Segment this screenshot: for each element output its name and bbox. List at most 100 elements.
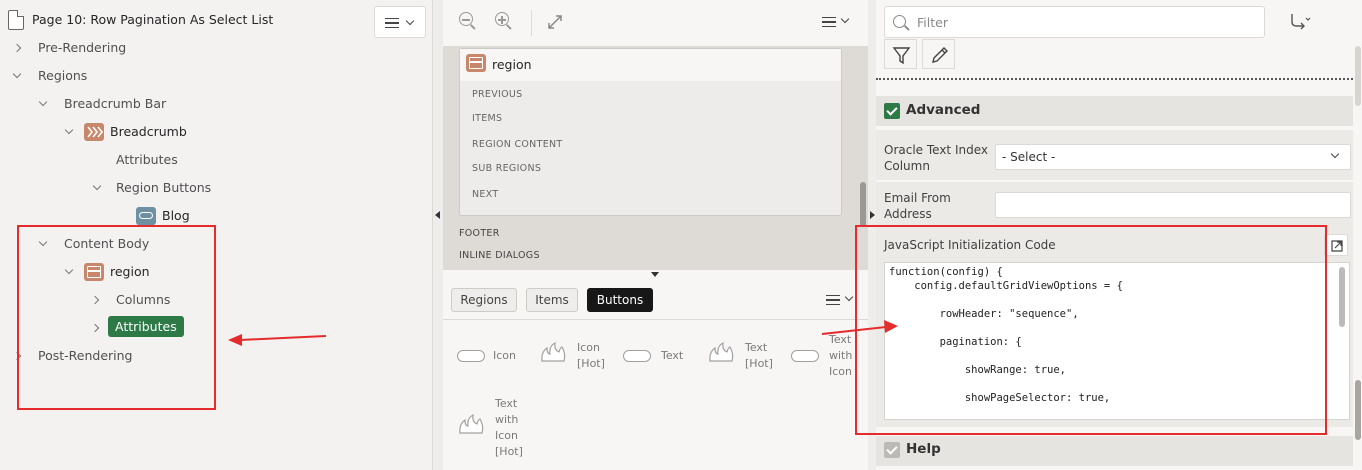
email-from-input[interactable]: [995, 192, 1351, 218]
collapse-icon[interactable]: [12, 69, 22, 79]
hamburger-icon: [385, 18, 399, 28]
tree-node-region[interactable]: region: [0, 258, 430, 286]
layout-menu-button[interactable]: [820, 12, 852, 34]
section-title: Advanced: [906, 102, 981, 118]
tree-label: Content Body: [64, 236, 150, 251]
show-all-button[interactable]: [922, 39, 955, 69]
expand-button[interactable]: [547, 14, 563, 30]
collapse-icon[interactable]: [38, 97, 48, 107]
button-pill-icon: [623, 350, 651, 362]
hamburger-icon: [822, 17, 836, 27]
gallery-label: Text [Hot]: [745, 341, 773, 370]
tab-regions[interactable]: Regions: [451, 288, 517, 312]
gallery-item-icon[interactable]: Icon: [453, 340, 529, 374]
tree-label-selected: Attributes: [108, 316, 184, 337]
go-to-group-icon: [1291, 14, 1311, 30]
region-box[interactable]: region PREVIOUS ITEMS REGION CONTENT SUB…: [459, 48, 842, 216]
zoom-out-button[interactable]: [459, 12, 481, 34]
select-value: - Select -: [1002, 150, 1056, 164]
slot-next[interactable]: NEXT: [472, 189, 498, 200]
code-line: rowHeader: "sequence",: [889, 308, 1079, 320]
oracle-text-index-select[interactable]: - Select -: [995, 144, 1351, 170]
tree-label: Breadcrumb Bar: [64, 96, 167, 111]
code-scrollbar[interactable]: [1339, 267, 1345, 327]
expand-icon[interactable]: [12, 43, 22, 53]
tree-label: Post-Rendering: [38, 348, 133, 363]
show-common-button[interactable]: [884, 39, 917, 69]
advanced-section-header[interactable]: Advanced: [876, 96, 1353, 126]
tree-node-region-attributes[interactable]: Attributes: [0, 314, 430, 342]
page-icon: [8, 10, 24, 30]
tree-label: Columns: [116, 292, 171, 307]
tree-node-columns[interactable]: Columns: [0, 286, 430, 314]
separator: [876, 78, 1353, 80]
tree-label: Blog: [162, 208, 190, 223]
slot-items[interactable]: ITEMS: [472, 113, 502, 124]
gallery-item-text-hot[interactable]: Text [Hot]: [703, 340, 779, 374]
tree-node-post-rendering[interactable]: Post-Rendering: [0, 342, 430, 370]
property-scrollbar[interactable]: [1355, 380, 1361, 440]
expand-icon[interactable]: [90, 295, 100, 305]
go-to-group-button[interactable]: [1288, 12, 1312, 32]
slot-footer[interactable]: FOOTER: [459, 228, 500, 239]
js-code-editor[interactable]: function(config) { config.defaultGridVie…: [884, 262, 1350, 420]
tree-label: Pre-Rendering: [38, 40, 127, 55]
tree-label: Attributes: [116, 152, 178, 167]
panel-splitter-right[interactable]: [868, 0, 876, 470]
collapse-arrow-icon[interactable]: [435, 211, 440, 219]
filter-placeholder: Filter: [917, 15, 948, 30]
tree-label: Breadcrumb: [110, 124, 187, 139]
button-icon: [136, 207, 156, 225]
collapse-icon[interactable]: [64, 265, 74, 275]
filter-input[interactable]: Filter: [884, 6, 1265, 38]
tree-node-pre-rendering[interactable]: Pre-Rendering: [0, 34, 430, 62]
slot-region-content[interactable]: REGION CONTENT: [472, 139, 563, 150]
expand-icon[interactable]: [90, 323, 100, 333]
region-icon: [84, 263, 104, 281]
tree-node-regions[interactable]: Regions: [0, 62, 430, 90]
region-header: region: [460, 49, 841, 81]
layout-panel: region PREVIOUS ITEMS REGION CONTENT SUB…: [443, 0, 868, 470]
gallery-item-text[interactable]: Text: [619, 340, 695, 374]
panel-splitter-left[interactable]: [433, 0, 443, 470]
slot-inline-dialogs[interactable]: INLINE DIALOGS: [459, 250, 540, 261]
tree-label: Region Buttons: [116, 180, 212, 195]
zoom-in-button[interactable]: [495, 12, 517, 34]
layout-grid: region PREVIOUS ITEMS REGION CONTENT SUB…: [443, 46, 868, 270]
gallery-menu-button[interactable]: [824, 292, 856, 310]
button-pill-icon: [457, 350, 485, 362]
collapse-icon[interactable]: [38, 237, 48, 247]
collapse-icon[interactable]: [64, 125, 74, 135]
slot-previous[interactable]: PREVIOUS: [472, 89, 523, 100]
tree-node-region-buttons[interactable]: Region Buttons: [0, 174, 430, 202]
gallery-item-text-with-icon[interactable]: Text with Icon: [787, 332, 863, 382]
expand-arrow-icon[interactable]: [870, 211, 875, 219]
tab-buttons[interactable]: Buttons: [587, 288, 653, 312]
collapse-section-icon[interactable]: [884, 442, 900, 458]
tree-node-breadcrumb-bar[interactable]: Breadcrumb Bar: [0, 90, 430, 118]
gallery-tabs: Regions Items Buttons: [443, 280, 868, 320]
gallery-label: Text with Icon [Hot]: [495, 397, 523, 458]
layout-scrollbar[interactable]: [860, 182, 866, 227]
tab-items[interactable]: Items: [526, 288, 578, 312]
collapse-section-icon[interactable]: [884, 103, 900, 119]
splitter-arrow-icon[interactable]: [651, 272, 659, 277]
gallery-item-text-with-icon-hot[interactable]: Text with Icon [Hot]: [453, 396, 543, 462]
property-editor: Filter Advanced Oracle Text Index Column …: [876, 0, 1362, 470]
help-section-header[interactable]: Help: [876, 436, 1353, 466]
gallery-item-icon-hot[interactable]: Icon [Hot]: [535, 340, 615, 374]
expand-icon[interactable]: [12, 351, 22, 361]
tree-label: region: [110, 264, 150, 279]
region-title: region: [492, 57, 532, 72]
property-scrollbar-track[interactable]: [1355, 46, 1361, 106]
open-code-editor-button[interactable]: [1324, 234, 1348, 256]
chevron-down-icon: [840, 14, 850, 24]
tree-node-attributes[interactable]: Attributes: [0, 146, 430, 174]
tree-node-breadcrumb[interactable]: Breadcrumb: [0, 118, 430, 146]
breadcrumb-region-icon: [84, 123, 104, 141]
slot-sub-regions[interactable]: SUB REGIONS: [472, 163, 541, 174]
collapse-icon[interactable]: [92, 181, 102, 191]
tree-node-blog[interactable]: Blog: [0, 202, 430, 230]
prop-label: Email From Address: [884, 191, 951, 221]
tree-node-content-body[interactable]: Content Body: [0, 230, 430, 258]
